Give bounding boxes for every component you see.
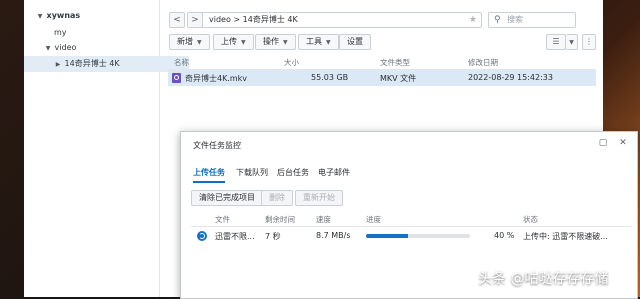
- chevron-right-icon: >: [191, 15, 199, 25]
- caret-down-icon: ▼: [569, 39, 574, 46]
- task-status: 上传中: 迅雷不限速破...: [523, 232, 608, 241]
- video-file-icon: [172, 73, 181, 83]
- file-table-header: 名称 大小 文件类型 修改日期: [168, 55, 596, 70]
- file-type: MKV 文件: [380, 74, 417, 83]
- back-button[interactable]: <: [169, 12, 185, 28]
- list-view-icon: ☰: [552, 37, 560, 46]
- action-label: 操作: [263, 37, 279, 46]
- delete-button[interactable]: 删除: [261, 190, 293, 206]
- upload-button[interactable]: 上传 ▼: [213, 34, 254, 50]
- close-icon[interactable]: ✕: [617, 138, 629, 148]
- task-row[interactable]: 迅雷不限... 7 秒 8.7 MB/s 40 % 上传中: 迅雷不限速破...: [191, 228, 631, 244]
- file-name: 奇异博士4K.mkv: [185, 74, 248, 83]
- tab-email[interactable]: 电子邮件: [318, 167, 350, 178]
- progress-bar: [366, 234, 470, 238]
- caret-down-icon: ▼: [326, 39, 331, 46]
- progress-percent: 40 %: [494, 231, 515, 240]
- more-icon: ⋮: [585, 37, 593, 46]
- restart-button[interactable]: 重新开始: [295, 190, 343, 206]
- tree-item-xywnas[interactable]: ▼ xywnas: [24, 8, 171, 24]
- caret-down-icon: ▼: [197, 39, 202, 46]
- collapse-arrow-icon[interactable]: ▶: [54, 57, 62, 73]
- tree-item-doctor-strange[interactable]: ▶ 14奇异博士 4K: [24, 56, 189, 72]
- search-icon: ⚲: [494, 15, 501, 25]
- task-speed: 8.7 MB/s: [316, 231, 351, 240]
- chevron-left-icon: <: [173, 15, 181, 25]
- task-file: 迅雷不限...: [215, 232, 255, 241]
- column-progress[interactable]: 进度: [366, 214, 381, 225]
- upload-status-icon: [197, 231, 207, 241]
- file-row[interactable]: 奇异博士4K.mkv 55.03 GB MKV 文件 2022-08-29 15…: [168, 70, 596, 86]
- dialog-tabs: 上传任务 下载队列 后台任务 电子邮件: [181, 164, 637, 183]
- search-placeholder: 搜索: [507, 15, 523, 24]
- progress-fill: [366, 234, 408, 238]
- action-button[interactable]: 操作 ▼: [255, 34, 296, 50]
- tools-button[interactable]: 工具 ▼: [298, 34, 339, 50]
- column-modified[interactable]: 修改日期: [468, 57, 498, 68]
- tree-item-label: xywnas: [46, 11, 81, 20]
- settings-button[interactable]: 设置: [339, 34, 371, 50]
- forward-button[interactable]: >: [187, 12, 203, 28]
- column-remaining[interactable]: 剩余时间: [265, 214, 295, 225]
- folder-tree: ▼ xywnas my ▼ video ▶ 14奇异博士 4K: [24, 0, 189, 297]
- tree-item-video[interactable]: ▼ video: [24, 40, 179, 56]
- restart-label: 重新开始: [303, 193, 335, 202]
- dialog-title: 文件任务监控: [193, 141, 241, 150]
- maximize-icon[interactable]: ▢: [597, 138, 609, 148]
- file-size: 55.03 GB: [311, 73, 349, 82]
- search-input[interactable]: ⚲ 搜索: [488, 12, 576, 28]
- new-label: 新增: [177, 37, 193, 46]
- column-size[interactable]: 大小: [284, 57, 299, 68]
- upload-label: 上传: [221, 37, 237, 46]
- tools-label: 工具: [306, 37, 322, 46]
- new-button[interactable]: 新增 ▼: [169, 34, 210, 50]
- expand-arrow-icon[interactable]: ▼: [36, 9, 44, 25]
- active-tab-indicator: [193, 181, 225, 183]
- file-modified: 2022-08-29 15:42:33: [468, 73, 553, 82]
- column-speed[interactable]: 速度: [316, 214, 331, 225]
- clear-label: 清除已完成项目: [199, 193, 255, 202]
- tree-item-my[interactable]: my: [24, 25, 189, 41]
- tree-item-label: my: [54, 28, 67, 37]
- settings-label: 设置: [347, 37, 363, 46]
- task-remaining: 7 秒: [265, 232, 281, 241]
- tab-upload[interactable]: 上传任务: [193, 167, 225, 178]
- tree-item-label: video: [54, 43, 77, 52]
- caret-down-icon: ▼: [241, 39, 246, 46]
- watermark: 头条 @咕哒存存存储: [478, 271, 609, 287]
- clear-completed-button[interactable]: 清除已完成项目: [191, 190, 263, 206]
- star-icon[interactable]: ★: [469, 13, 477, 27]
- delete-label: 删除: [269, 193, 285, 202]
- task-table-header: 文件 剩余时间 速度 进度 状态: [191, 213, 631, 227]
- view-mode-dropdown[interactable]: ▼: [566, 34, 578, 50]
- path-text: video > 14奇异博士 4K: [209, 15, 298, 24]
- column-name[interactable]: 名称: [174, 57, 189, 68]
- expand-arrow-icon[interactable]: ▼: [44, 41, 52, 57]
- tab-download[interactable]: 下载队列: [236, 167, 268, 178]
- caret-down-icon: ▼: [283, 39, 288, 46]
- column-file[interactable]: 文件: [215, 214, 230, 225]
- path-bar[interactable]: video > 14奇异博士 4K ★: [202, 12, 482, 28]
- column-status[interactable]: 状态: [523, 214, 538, 225]
- view-mode-button[interactable]: ☰: [546, 34, 566, 50]
- tree-item-label: 14奇异博士 4K: [64, 59, 120, 68]
- tab-background[interactable]: 后台任务: [277, 167, 309, 178]
- column-type[interactable]: 文件类型: [380, 57, 410, 68]
- more-options-button[interactable]: ⋮: [582, 34, 596, 50]
